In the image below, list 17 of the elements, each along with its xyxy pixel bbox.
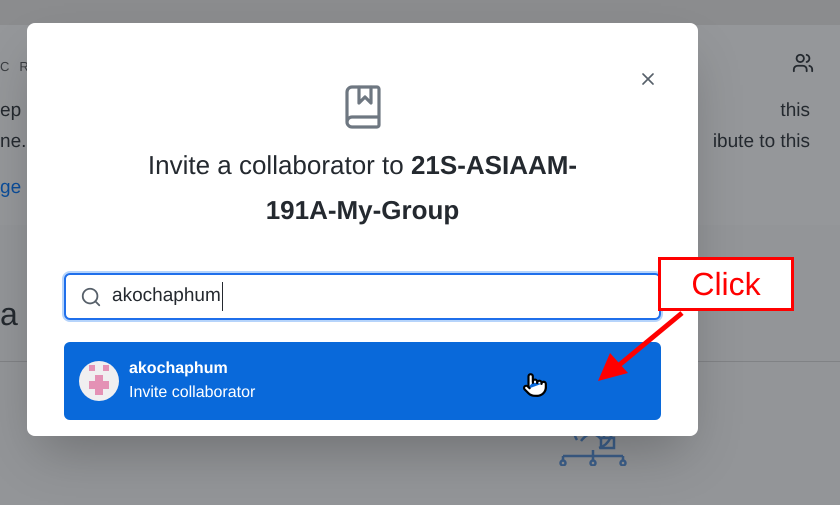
people-icon[interactable]	[792, 52, 814, 74]
hand-pointer-icon	[522, 370, 548, 400]
description-text: ep	[0, 99, 22, 123]
settings-link[interactable]: ge	[0, 174, 22, 202]
search-field[interactable]: akochaphum	[64, 273, 661, 320]
description-text: this	[780, 99, 810, 123]
dialog-title: Invite a collaborator to 21S-ASIAAM-191A-My-Group	[146, 149, 578, 227]
user-result-item[interactable]: akochaphum Invite collaborator	[64, 342, 661, 420]
username: akochaphum	[129, 359, 229, 379]
invite-collaborator-text: Invite collaborator	[129, 383, 256, 403]
callout-label: Click	[691, 265, 761, 304]
avatar-icon	[79, 361, 119, 401]
description-text: ibute to this	[712, 130, 810, 154]
search-icon	[80, 286, 102, 308]
section-heading: a	[0, 295, 18, 334]
description-text: ne.	[0, 130, 26, 154]
header-text: C	[0, 58, 10, 76]
